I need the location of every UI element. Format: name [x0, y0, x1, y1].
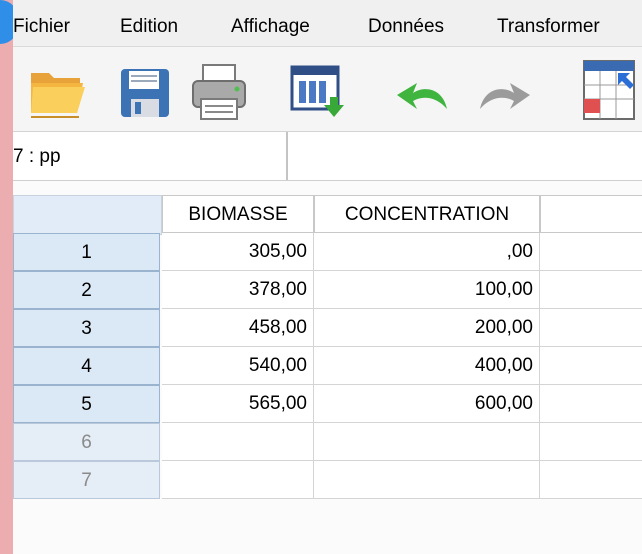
goto-case-icon[interactable] — [578, 47, 642, 131]
save-icon[interactable] — [115, 47, 175, 131]
row-header-7[interactable]: 7 — [13, 461, 160, 499]
column-header-concentration[interactable]: CONCENTRATION — [314, 195, 540, 233]
cell-empty-3[interactable] — [540, 309, 642, 347]
cell-empty-7[interactable] — [540, 461, 642, 499]
cell-concentration-7[interactable] — [314, 461, 540, 499]
row-header-2[interactable]: 2 — [13, 271, 160, 309]
cell-empty-5[interactable] — [540, 385, 642, 423]
cell-reference-label: 7 : pp — [13, 146, 61, 167]
menu-transformer[interactable]: Transformer — [497, 16, 600, 38]
cell-empty-4[interactable] — [540, 347, 642, 385]
cell-biomasse-3[interactable]: 458,00 — [162, 309, 314, 347]
row-header-1[interactable]: 1 — [13, 233, 160, 271]
cell-empty-2[interactable] — [540, 271, 642, 309]
row-header-3[interactable]: 3 — [13, 309, 160, 347]
cell-biomasse-5[interactable]: 565,00 — [162, 385, 314, 423]
menu-fichier[interactable]: Fichier — [13, 16, 70, 38]
open-folder-icon[interactable] — [25, 47, 89, 131]
cell-concentration-1[interactable]: ,00 — [314, 233, 540, 271]
row-header-5[interactable]: 5 — [13, 385, 160, 423]
grid-corner[interactable] — [13, 195, 162, 235]
row-header-6[interactable]: 6 — [13, 423, 160, 461]
toolbar — [13, 47, 642, 132]
cell-empty-1[interactable] — [540, 233, 642, 271]
cell-concentration-5[interactable]: 600,00 — [314, 385, 540, 423]
print-icon[interactable] — [187, 47, 251, 131]
cell-empty-6[interactable] — [540, 423, 642, 461]
cell-concentration-4[interactable]: 400,00 — [314, 347, 540, 385]
column-header-biomasse[interactable]: BIOMASSE — [162, 195, 314, 233]
row-header-4[interactable]: 4 — [13, 347, 160, 385]
cell-concentration-3[interactable]: 200,00 — [314, 309, 540, 347]
cell-value-field[interactable] — [290, 132, 642, 180]
cell-concentration-6[interactable] — [314, 423, 540, 461]
menu-affichage[interactable]: Affichage — [231, 16, 310, 38]
redo-icon[interactable] — [468, 47, 538, 131]
cell-reference-box[interactable]: 7 : pp — [13, 132, 288, 180]
undo-icon[interactable] — [391, 47, 461, 131]
cell-reference-bar: 7 : pp — [13, 132, 642, 181]
menu-bar: Fichier Edition Affichage Données Transf… — [13, 0, 642, 47]
menu-donnees[interactable]: Données — [368, 16, 444, 38]
menu-edition[interactable]: Edition — [120, 16, 178, 38]
dialog-recall-icon[interactable] — [286, 47, 352, 131]
column-header-empty[interactable] — [540, 195, 642, 233]
cell-biomasse-4[interactable]: 540,00 — [162, 347, 314, 385]
data-editor-window: Fichier Edition Affichage Données Transf… — [13, 0, 642, 554]
cell-biomasse-7[interactable] — [162, 461, 314, 499]
cell-biomasse-6[interactable] — [162, 423, 314, 461]
cell-biomasse-2[interactable]: 378,00 — [162, 271, 314, 309]
cell-biomasse-1[interactable]: 305,00 — [162, 233, 314, 271]
cell-concentration-2[interactable]: 100,00 — [314, 271, 540, 309]
